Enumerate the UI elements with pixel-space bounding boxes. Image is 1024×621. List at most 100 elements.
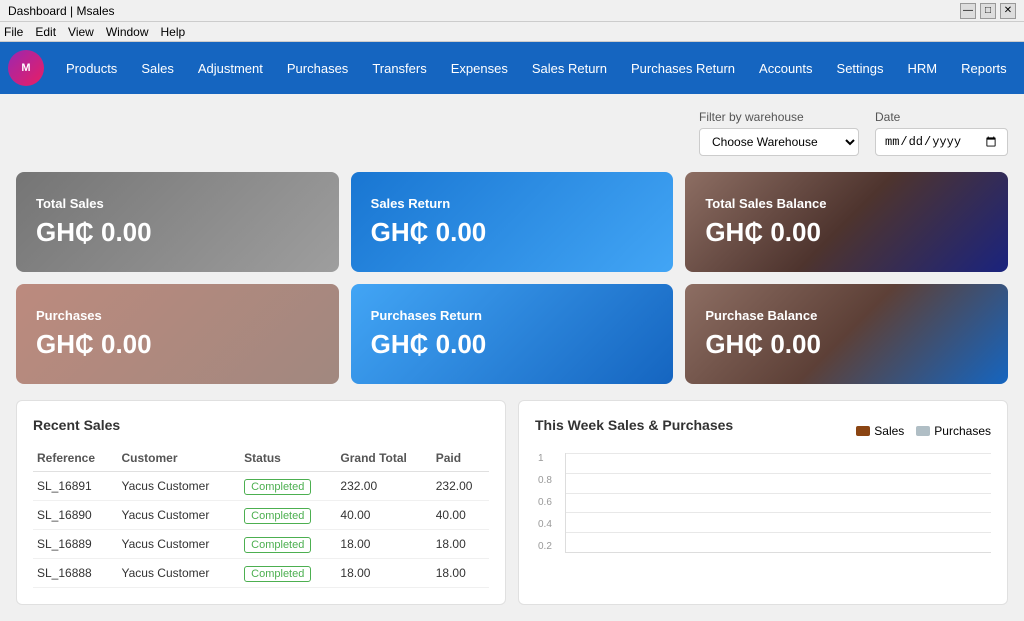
table-row: SL_16888 Yacus Customer Completed 18.00 … xyxy=(33,559,489,588)
cell-status: Completed xyxy=(240,559,336,588)
maximize-button[interactable]: □ xyxy=(980,3,996,19)
card-purchases-return: Purchases Return GH₵ 0.00 xyxy=(351,284,674,384)
card-total-sales-balance-title: Total Sales Balance xyxy=(705,196,988,211)
nav-item-sales[interactable]: Sales xyxy=(131,55,184,82)
menu-help[interactable]: Help xyxy=(161,25,186,39)
table-row: SL_16891 Yacus Customer Completed 232.00… xyxy=(33,472,489,501)
nav-item-sales-return[interactable]: Sales Return xyxy=(522,55,617,82)
date-filter-group: Date xyxy=(875,110,1008,156)
card-purchase-balance: Purchase Balance GH₵ 0.00 xyxy=(685,284,1008,384)
chart-panel: This Week Sales & Purchases Sales Purcha… xyxy=(518,400,1008,605)
main-content: Filter by warehouse Choose Warehouse Dat… xyxy=(0,94,1024,621)
chart-y-labels: 1 0.8 0.6 0.4 0.2 xyxy=(538,453,552,552)
cell-grand-total: 232.00 xyxy=(336,472,431,501)
nav-item-reports[interactable]: Reports xyxy=(951,55,1017,82)
minimize-button[interactable]: — xyxy=(960,3,976,19)
cell-reference: SL_16888 xyxy=(33,559,118,588)
chart-header: This Week Sales & Purchases Sales Purcha… xyxy=(535,417,991,445)
card-total-sales-title: Total Sales xyxy=(36,196,319,211)
cell-status: Completed xyxy=(240,472,336,501)
col-paid: Paid xyxy=(432,445,489,472)
cell-grand-total: 40.00 xyxy=(336,501,431,530)
warehouse-filter-label: Filter by warehouse xyxy=(699,110,859,124)
filter-row: Filter by warehouse Choose Warehouse Dat… xyxy=(16,110,1008,156)
date-filter-label: Date xyxy=(875,110,1008,124)
card-total-sales: Total Sales GH₵ 0.00 xyxy=(16,172,339,272)
y-label-3: 0.6 xyxy=(538,497,552,508)
nav-item-settings[interactable]: Settings xyxy=(827,55,894,82)
card-sales-return-value: GH₵ 0.00 xyxy=(371,217,654,248)
y-label-2: 0.8 xyxy=(538,475,552,486)
card-purchase-balance-value: GH₵ 0.00 xyxy=(705,329,988,360)
cell-paid: 40.00 xyxy=(432,501,489,530)
cell-grand-total: 18.00 xyxy=(336,530,431,559)
recent-sales-title: Recent Sales xyxy=(33,417,489,433)
y-label-5: 0.2 xyxy=(538,541,552,552)
date-input[interactable] xyxy=(875,128,1008,156)
nav-item-purchases-return[interactable]: Purchases Return xyxy=(621,55,745,82)
recent-sales-panel: Recent Sales Reference Customer Status G… xyxy=(16,400,506,605)
nav-logo: M xyxy=(8,50,44,86)
grid-line-3 xyxy=(566,493,991,494)
cell-reference: SL_16889 xyxy=(33,530,118,559)
card-total-sales-balance: Total Sales Balance GH₵ 0.00 xyxy=(685,172,1008,272)
card-purchases-return-value: GH₵ 0.00 xyxy=(371,329,654,360)
warehouse-select[interactable]: Choose Warehouse xyxy=(699,128,859,156)
legend-purchases-label: Purchases xyxy=(934,424,991,438)
card-purchases-return-title: Purchases Return xyxy=(371,308,654,323)
cell-customer: Yacus Customer xyxy=(118,559,241,588)
grid-line-5 xyxy=(566,532,991,533)
card-sales-return: Sales Return GH₵ 0.00 xyxy=(351,172,674,272)
recent-sales-table: Reference Customer Status Grand Total Pa… xyxy=(33,445,489,588)
legend-sales-label: Sales xyxy=(874,424,904,438)
grid-line-2 xyxy=(566,473,991,474)
window-title: Dashboard | Msales xyxy=(8,4,115,18)
cell-paid: 18.00 xyxy=(432,559,489,588)
y-label-4: 0.4 xyxy=(538,519,552,530)
nav-item-hrm[interactable]: HRM xyxy=(898,55,948,82)
table-row: SL_16890 Yacus Customer Completed 40.00 … xyxy=(33,501,489,530)
menu-edit[interactable]: Edit xyxy=(35,25,56,39)
legend-sales: Sales xyxy=(856,424,904,438)
cell-customer: Yacus Customer xyxy=(118,472,241,501)
nav-item-adjustment[interactable]: Adjustment xyxy=(188,55,273,82)
table-row: SL_16889 Yacus Customer Completed 18.00 … xyxy=(33,530,489,559)
chart-legend: Sales Purchases xyxy=(856,424,991,438)
grid-line-4 xyxy=(566,512,991,513)
nav-item-purchases[interactable]: Purchases xyxy=(277,55,358,82)
card-total-sales-balance-value: GH₵ 0.00 xyxy=(705,217,988,248)
card-sales-return-title: Sales Return xyxy=(371,196,654,211)
nav-item-accounts[interactable]: Accounts xyxy=(749,55,822,82)
status-badge: Completed xyxy=(244,566,311,582)
cell-customer: Yacus Customer xyxy=(118,501,241,530)
cell-paid: 232.00 xyxy=(432,472,489,501)
card-purchases: Purchases GH₵ 0.00 xyxy=(16,284,339,384)
cards-grid: Total Sales GH₵ 0.00 Sales Return GH₵ 0.… xyxy=(16,172,1008,384)
card-purchase-balance-title: Purchase Balance xyxy=(705,308,988,323)
col-customer: Customer xyxy=(118,445,241,472)
cell-status: Completed xyxy=(240,501,336,530)
status-badge: Completed xyxy=(244,479,311,495)
grid-line-1 xyxy=(566,453,991,454)
menu-file[interactable]: File xyxy=(4,25,23,39)
window-controls: — □ ✕ xyxy=(960,3,1016,19)
col-grand-total: Grand Total xyxy=(336,445,431,472)
legend-purchases-icon xyxy=(916,426,930,436)
cell-status: Completed xyxy=(240,530,336,559)
nav-item-products[interactable]: Products xyxy=(56,55,127,82)
bottom-panels: Recent Sales Reference Customer Status G… xyxy=(16,400,1008,605)
menu-view[interactable]: View xyxy=(68,25,94,39)
cell-grand-total: 18.00 xyxy=(336,559,431,588)
close-button[interactable]: ✕ xyxy=(1000,3,1016,19)
cell-reference: SL_16890 xyxy=(33,501,118,530)
chart-area: 1 0.8 0.6 0.4 0.2 xyxy=(565,453,991,553)
status-badge: Completed xyxy=(244,537,311,553)
card-total-sales-value: GH₵ 0.00 xyxy=(36,217,319,248)
menu-window[interactable]: Window xyxy=(106,25,149,39)
nav-bar: M Products Sales Adjustment Purchases Tr… xyxy=(0,42,1024,94)
cell-paid: 18.00 xyxy=(432,530,489,559)
nav-item-expenses[interactable]: Expenses xyxy=(441,55,518,82)
y-label-1: 1 xyxy=(538,453,552,464)
nav-item-transfers[interactable]: Transfers xyxy=(362,55,436,82)
title-bar: Dashboard | Msales — □ ✕ xyxy=(0,0,1024,22)
